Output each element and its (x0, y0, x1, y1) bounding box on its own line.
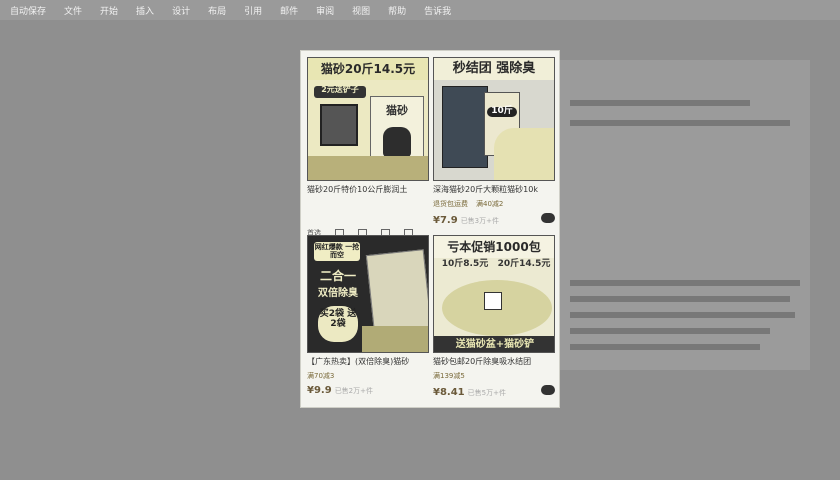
menu-item[interactable]: 引用 (244, 4, 262, 17)
menu-item[interactable]: 自动保存 (10, 4, 46, 17)
litter-pile-art (308, 156, 428, 180)
gift-badge: 买2袋 送2袋 (318, 306, 358, 342)
litter-bag-art (365, 249, 428, 337)
product-banner: 猫砂20斤14.5元 (308, 58, 428, 80)
product-banner: 亏本促销1000包 (434, 236, 554, 258)
menu-item[interactable]: 视图 (352, 4, 370, 17)
product-name: 猫砂包邮20斤除臭吸水结团 (433, 357, 532, 366)
product-image: 亏本促销1000包 10斤8.5元 20斤14.5元 送猫砂盆+猫砂铲 (433, 235, 555, 353)
shop-avatar-icon[interactable] (541, 385, 555, 395)
product-price: ¥8.41 (433, 387, 465, 398)
product-image: 猫砂20斤14.5元 2元送铲子 猫砂 (307, 57, 429, 181)
litter-box-art (320, 104, 358, 146)
promo-tag: 满70减3 (307, 372, 335, 380)
document-background (560, 60, 810, 370)
text-line (570, 328, 770, 334)
product-banner: 秒结团 强除臭 (434, 58, 554, 80)
menu-item[interactable]: 文件 (64, 4, 82, 17)
text-line (570, 296, 790, 302)
text-line (570, 100, 750, 106)
price-row: ¥7.9 已售3万+件 (433, 213, 555, 226)
product-card[interactable]: 猫砂20斤14.5元 2元送铲子 猫砂 猫砂20斤特价10公斤膨润土 (307, 57, 429, 195)
product-card[interactable]: 亏本促销1000包 10斤8.5元 20斤14.5元 送猫砂盆+猫砂铲 猫砂包邮… (433, 235, 555, 398)
menu-item[interactable]: 帮助 (388, 4, 406, 17)
litter-pile-art (494, 128, 554, 180)
text-line (570, 120, 790, 126)
product-name: 【广东热卖】(双倍除臭)猫砂 (307, 357, 410, 366)
menu-item[interactable]: 告诉我 (424, 4, 451, 17)
text-line (570, 344, 760, 350)
feature-label: 二合一 (319, 269, 356, 283)
price-tag: 20斤14.5元 (497, 259, 551, 269)
bag-label: 10斤 (487, 106, 517, 117)
text-line (570, 280, 800, 286)
product-price: ¥9.9 (307, 385, 332, 396)
shop-avatar-icon[interactable] (541, 213, 555, 223)
promo-row: 满70减3 (307, 371, 429, 381)
text-line (570, 312, 795, 318)
product-name: 深海猫砂20斤大颗粒猫砂10k (433, 185, 538, 194)
product-badge: 网红爆款 一抢而空 (314, 242, 360, 262)
menu-item[interactable]: 开始 (100, 4, 118, 17)
promo-tag: 满40减2 (476, 200, 504, 208)
product-card[interactable]: 秒结团 强除臭 10斤 深海猫砂20斤大颗粒猫砂10k 退货包运费 满40减2 … (433, 57, 555, 226)
menu-item[interactable]: 邮件 (280, 4, 298, 17)
product-popup: 猫砂20斤14.5元 2元送铲子 猫砂 猫砂20斤特价10公斤膨润土 秒结团 强… (300, 50, 560, 408)
product-image: 秒结团 强除臭 10斤 (433, 57, 555, 181)
promo-tag: 退货包运费 (433, 200, 468, 208)
cat-graphic (383, 127, 411, 157)
sold-count: 已售5万+件 (467, 389, 506, 397)
menu-item[interactable]: 插入 (136, 4, 154, 17)
scoop-art (484, 292, 502, 310)
product-badge: 2元送铲子 (314, 85, 366, 98)
promo-tag: 满139减5 (433, 372, 465, 380)
litter-bag-art (442, 86, 488, 168)
product-image: 网红爆款 一抢而空 二合一 双倍除臭 买2袋 送2袋 (307, 235, 429, 353)
bag-label: 猫砂 (386, 104, 408, 117)
menu-item[interactable]: 设计 (172, 4, 190, 17)
promo-row: 满139减5 (433, 371, 555, 381)
feature-subtext: 双倍除臭 (318, 288, 358, 299)
product-card[interactable]: 网红爆款 一抢而空 二合一 双倍除臭 买2袋 送2袋 【广东热卖】(双倍除臭)猫… (307, 235, 429, 396)
product-name: 猫砂20斤特价10公斤膨润土 (307, 185, 408, 194)
price-row: ¥9.9 已售2万+件 (307, 385, 429, 396)
gift-banner: 送猫砂盆+猫砂铲 (434, 336, 554, 352)
litter-pile-art (362, 326, 428, 352)
menu-bar: 自动保存 文件 开始 插入 设计 布局 引用 邮件 审阅 视图 帮助 告诉我 (0, 0, 840, 20)
menu-item[interactable]: 审阅 (316, 4, 334, 17)
sold-count: 已售3万+件 (460, 217, 500, 225)
price-row: ¥8.41 已售5万+件 (433, 385, 555, 398)
menu-item[interactable]: 布局 (208, 4, 226, 17)
sold-count: 已售2万+件 (334, 387, 374, 395)
price-tag: 10斤8.5元 (441, 259, 489, 269)
product-price: ¥7.9 (433, 215, 458, 226)
promo-row: 退货包运费 满40减2 (433, 199, 555, 209)
